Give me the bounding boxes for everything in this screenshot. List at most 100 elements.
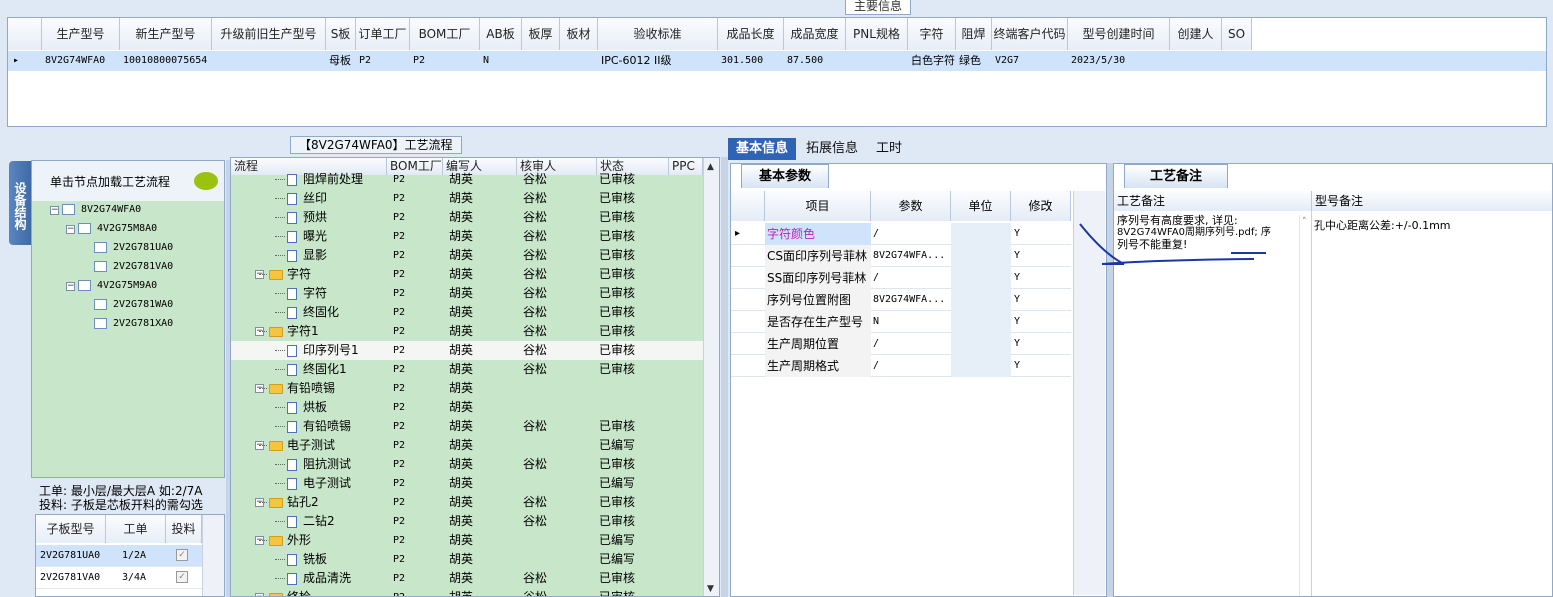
cell-material[interactable] — [560, 51, 598, 71]
process-row[interactable]: 阻焊前处理 P2 胡英 谷松 已审核 — [231, 170, 703, 189]
column-header[interactable]: 板材 — [560, 18, 598, 50]
param-column-header[interactable]: 单位 — [951, 191, 1011, 221]
process-row[interactable]: 终固化1 P2 胡英 谷松 已审核 — [231, 360, 703, 379]
tree-node[interactable]: 4V2G75M8A0 — [78, 220, 157, 238]
tree-node[interactable]: 2V2G781WA0 — [94, 296, 173, 314]
table-row[interactable]: ▸ 8V2G74WFA0 10010800075654 母板 P2 P2 N IPC-6012… — [8, 51, 1546, 71]
process-row[interactable]: 外形 − P2 胡英 已编写 — [231, 531, 703, 550]
model-remark-text[interactable]: 孔中心距离公差:+/-0.1mm — [1314, 217, 1451, 233]
tab-extended-info[interactable]: 拓展信息 — [798, 138, 866, 160]
process-row[interactable]: 显影 P2 胡英 谷松 已审核 — [231, 246, 703, 265]
cell-thickness[interactable] — [522, 51, 560, 71]
param-row[interactable]: ▸ 字符颜色 / Y — [731, 223, 1071, 245]
tree-node[interactable]: 2V2G781VA0 — [94, 258, 173, 276]
cell-s-board[interactable]: 母板 — [326, 51, 356, 71]
splitter[interactable] — [721, 157, 728, 597]
table-row[interactable]: 2V2G781UA0 1/2A ✓ — [36, 545, 202, 567]
process-row[interactable]: 字符 P2 胡英 谷松 已审核 — [231, 284, 703, 303]
process-row[interactable]: 丝印 P2 胡英 谷松 已审核 — [231, 189, 703, 208]
cell-acceptance[interactable]: IPC-6012 II级 — [598, 51, 718, 71]
collapse-icon[interactable]: − — [66, 225, 75, 234]
column-header[interactable]: 型号创建时间 — [1068, 18, 1170, 50]
param-value[interactable]: N — [871, 311, 951, 333]
cell-created-time[interactable]: 2023/5/30 — [1068, 51, 1170, 71]
param-value[interactable]: / — [871, 333, 951, 355]
column-header[interactable]: 阻焊 — [956, 18, 992, 50]
process-row[interactable]: 阻抗测试 P2 胡英 谷松 已审核 — [231, 455, 703, 474]
param-value[interactable]: 8V2G74WFA... — [871, 289, 951, 311]
process-row[interactable]: 有铅喷锡 − P2 胡英 — [231, 379, 703, 398]
cell-new-model[interactable]: 10010800075654 — [120, 51, 212, 71]
param-value[interactable]: 8V2G74WFA... — [871, 245, 951, 267]
cell-bom-factory[interactable]: P2 — [410, 51, 480, 71]
feed-checkbox[interactable]: ✓ — [176, 571, 188, 583]
subgrid-scrollbar[interactable] — [202, 515, 224, 596]
process-row[interactable]: 印序列号1 P2 胡英 谷松 已审核 — [231, 341, 703, 360]
process-row[interactable]: 字符 − P2 胡英 谷松 已审核 — [231, 265, 703, 284]
param-value[interactable]: / — [871, 355, 951, 377]
cell-pnl[interactable] — [846, 51, 908, 71]
column-header[interactable]: 新生产型号 — [120, 18, 212, 50]
feed-checkbox[interactable]: ✓ — [176, 549, 188, 561]
param-column-header[interactable]: 参数 — [871, 191, 951, 221]
column-header[interactable]: 板厚 — [522, 18, 560, 50]
param-unit[interactable] — [951, 223, 1011, 245]
process-row[interactable]: 烘板 P2 胡英 — [231, 398, 703, 417]
tab-work-hours[interactable]: 工时 — [868, 138, 910, 160]
column-header[interactable]: 成品长度 — [718, 18, 784, 50]
param-row[interactable]: SS面印序列号菲林 / Y — [731, 267, 1071, 289]
comment-icon[interactable] — [194, 172, 218, 190]
collapse-icon[interactable]: − — [255, 593, 264, 596]
column-header[interactable]: 创建人 — [1170, 18, 1222, 50]
param-row[interactable]: 生产周期格式 / Y — [731, 355, 1071, 377]
process-row[interactable]: 终检 − P2 胡英 谷松 已审核 — [231, 588, 703, 596]
subgrid-column-header[interactable]: 子板型号 — [36, 515, 106, 543]
column-header[interactable]: 终端客户代码 — [992, 18, 1068, 50]
tree-node[interactable]: 8V2G74WFA0 — [62, 201, 141, 219]
column-header[interactable]: SO — [1222, 18, 1252, 50]
tab-basic-info[interactable]: 基本信息 — [728, 138, 797, 160]
column-header[interactable]: S板 — [326, 18, 356, 50]
process-row[interactable]: 电子测试 P2 胡英 已编写 — [231, 474, 703, 493]
collapse-icon[interactable]: − — [66, 282, 75, 291]
cell-creator[interactable] — [1170, 51, 1222, 71]
tab-device-structure[interactable]: 设备结构 — [9, 161, 31, 245]
cell-so[interactable] — [1222, 51, 1252, 71]
cell-production-model[interactable]: 8V2G74WFA0 — [42, 51, 120, 71]
param-row[interactable]: 生产周期位置 / Y — [731, 333, 1071, 355]
cell-solder-mask[interactable]: 绿色 — [956, 51, 992, 71]
column-header[interactable]: PNL规格 — [846, 18, 908, 50]
param-value[interactable]: / — [871, 267, 951, 289]
column-header[interactable]: 订单工厂 — [356, 18, 410, 50]
process-row[interactable]: 铣板 P2 胡英 已编写 — [231, 550, 703, 569]
cell-customer-code[interactable]: V2G7 — [992, 51, 1068, 71]
param-column-header[interactable]: 项目 — [765, 191, 871, 221]
cell-width[interactable]: 87.500 — [784, 51, 846, 71]
process-scrollbar[interactable]: ▲ ▼ — [703, 158, 719, 596]
process-row[interactable]: 钻孔2− P2 胡英 谷松 已审核 — [231, 493, 703, 512]
cell-char[interactable]: 白色字符 — [908, 51, 956, 71]
param-unit[interactable] — [951, 311, 1011, 333]
cell-length[interactable]: 301.500 — [718, 51, 784, 71]
param-row[interactable]: 序列号位置附图 8V2G74WFA... Y — [731, 289, 1071, 311]
param-unit[interactable] — [951, 245, 1011, 267]
subgrid-column-header[interactable]: 投料 — [166, 515, 202, 543]
param-unit[interactable] — [951, 333, 1011, 355]
process-row[interactable]: 电子测试 − P2 胡英 已编写 — [231, 436, 703, 455]
param-row[interactable]: CS面印序列号菲林 8V2G74WFA... Y — [731, 245, 1071, 267]
process-row[interactable]: 二钻2 P2 胡英 谷松 已审核 — [231, 512, 703, 531]
process-row[interactable]: 曝光 P2 胡英 谷松 已审核 — [231, 227, 703, 246]
param-unit[interactable] — [951, 267, 1011, 289]
cell-ab-board[interactable]: N — [480, 51, 522, 71]
process-row[interactable]: 终固化 P2 胡英 谷松 已审核 — [231, 303, 703, 322]
column-header[interactable]: 字符 — [908, 18, 956, 50]
collapse-icon[interactable]: − — [50, 206, 59, 215]
column-header[interactable]: 升级前旧生产型号 — [212, 18, 326, 50]
param-value[interactable]: / — [871, 223, 951, 245]
param-unit[interactable] — [951, 289, 1011, 311]
column-header[interactable]: 成品宽度 — [784, 18, 846, 50]
cell-old-model[interactable] — [212, 51, 326, 71]
subgrid-column-header[interactable]: 工单 — [106, 515, 166, 543]
column-header[interactable]: 验收标准 — [598, 18, 718, 50]
tree-node[interactable]: 2V2G781XA0 — [94, 315, 173, 333]
